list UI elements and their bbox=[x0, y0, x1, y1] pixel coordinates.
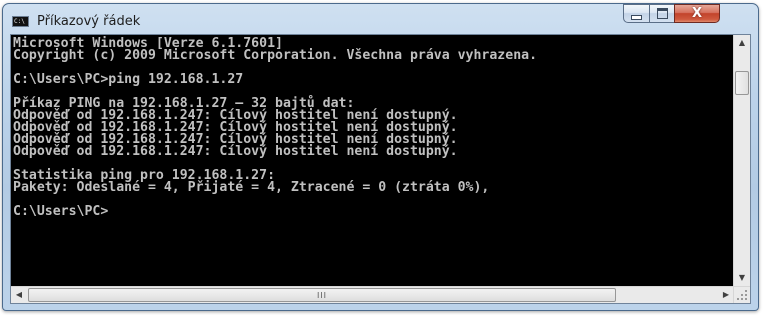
console-line: C:\Users\PC> bbox=[13, 204, 109, 219]
close-icon: X bbox=[691, 6, 703, 21]
minimize-button[interactable] bbox=[623, 4, 650, 23]
window-title: Příkazový řádek bbox=[37, 14, 141, 29]
resize-grip-icon[interactable] bbox=[733, 286, 750, 303]
close-button[interactable]: X bbox=[674, 4, 720, 23]
vertical-scroll-thumb[interactable] bbox=[735, 71, 749, 95]
console-line: Pakety: Odeslané = 4, Přijaté = 4, Ztrac… bbox=[13, 180, 490, 195]
maximize-button[interactable] bbox=[649, 4, 675, 23]
title-bar[interactable]: C:\ Příkazový řádek X bbox=[3, 4, 758, 34]
scroll-right-arrow-icon[interactable]: ▶ bbox=[718, 287, 734, 303]
vertical-scrollbar[interactable]: ▲ ▼ bbox=[733, 35, 750, 286]
scroll-down-arrow-icon[interactable]: ▼ bbox=[734, 270, 750, 286]
console-line: C:\Users\PC>ping 192.168.1.27 bbox=[13, 72, 244, 87]
console-output[interactable]: Microsoft Windows [Verze 6.1.7601] Copyri… bbox=[11, 35, 734, 286]
cmd-icon[interactable]: C:\ bbox=[12, 16, 29, 27]
scroll-left-arrow-icon[interactable]: ◀ bbox=[11, 287, 27, 303]
maximize-icon bbox=[656, 8, 668, 19]
horizontal-scroll-thumb[interactable]: III bbox=[28, 288, 616, 302]
console-line: Copyright (c) 2009 Microsoft Corporation… bbox=[13, 48, 538, 63]
console-line: Odpověď od 192.168.1.247: Cílový hostite… bbox=[13, 144, 458, 159]
console-window: C:\ Příkazový řádek X Microsoft Windows … bbox=[2, 3, 759, 311]
horizontal-scrollbar[interactable]: ◀ III ▶ bbox=[11, 286, 734, 303]
console-client-area: Microsoft Windows [Verze 6.1.7601] Copyri… bbox=[10, 34, 751, 304]
scroll-grip-icon: III bbox=[316, 290, 328, 300]
scroll-up-arrow-icon[interactable]: ▲ bbox=[734, 35, 750, 51]
minimize-icon bbox=[631, 14, 642, 20]
